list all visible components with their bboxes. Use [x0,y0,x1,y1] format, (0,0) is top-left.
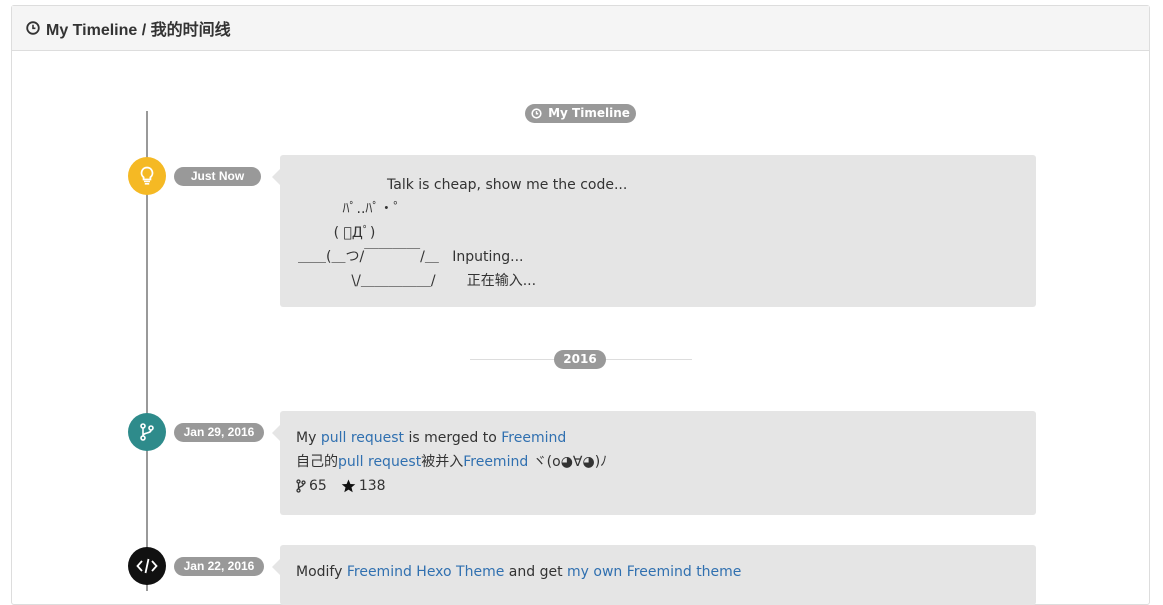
lightbulb-icon [128,157,166,195]
timeline-card: My pull request is merged to Freemind 自己… [272,411,1036,515]
year-divider-left [470,359,554,360]
timeline-header-pill: My Timeline [525,104,636,123]
panel-title: My Timeline / 我的时间线 [46,22,231,39]
timeline-header-label: My Timeline [548,106,630,120]
text: 被并入 [421,454,464,470]
clock-icon [531,108,542,119]
ascii-art: Talk is cheap, show me the code... ﾊﾟ..ﾊ… [280,155,1036,293]
freemind-link[interactable]: Freemind [501,430,566,446]
text: My [296,430,321,446]
star-icon [341,479,356,493]
own-theme-link[interactable]: my own Freemind theme [567,564,741,580]
repo-stats: 65 138 [296,474,1036,498]
text: 自己的 [296,454,338,470]
fork-value: 65 [309,478,327,494]
ascii-line: ﾊﾟ..ﾊﾟ・゜ [298,201,408,217]
timeline-card: Modify Freemind Hexo Theme and get my ow… [272,545,1036,605]
kaomoji: ヾ(o◕∀◕)ﾉ [528,454,608,470]
entry-line: Modify Freemind Hexo Theme and get my ow… [296,560,1036,584]
year-badge: 2016 [554,350,606,369]
ascii-line: Talk is cheap, show me the code... [298,177,628,193]
panel-heading: My Timeline / 我的时间线 [12,6,1149,51]
ascii-line: \/＿＿＿＿＿/ 正在输入... [298,273,537,289]
pull-request-link[interactable]: pull request [338,454,421,470]
text: Modify [296,564,347,580]
timeline-card: Talk is cheap, show me the code... ﾊﾟ..ﾊ… [272,155,1036,307]
entry-date: Just Now [174,167,261,186]
star-count: 138 [341,474,386,498]
text: is merged to [404,430,502,446]
fork-icon [296,479,306,493]
git-branch-icon [128,413,166,451]
entry-line: 自己的pull request被并入Freemind ヾ(o◕∀◕)ﾉ [296,450,1036,474]
entry-line: My pull request is merged to Freemind [296,426,1036,450]
ascii-line: ( ﾟДﾟ) [298,225,376,241]
fork-count: 65 [296,474,327,498]
clock-icon [26,21,40,35]
text: and get [504,564,568,580]
entry-date: Jan 29, 2016 [174,423,264,442]
freemind-link[interactable]: Freemind [463,454,528,470]
year-divider-right [606,359,692,360]
star-value: 138 [358,478,386,494]
ascii-line: ＿＿(＿つ/￣￣￣￣/＿ Inputing... [298,249,524,265]
entry-date: Jan 22, 2016 [174,557,264,576]
freemind-hexo-theme-link[interactable]: Freemind Hexo Theme [347,564,505,580]
pull-request-link[interactable]: pull request [321,430,404,446]
code-icon [128,547,166,585]
